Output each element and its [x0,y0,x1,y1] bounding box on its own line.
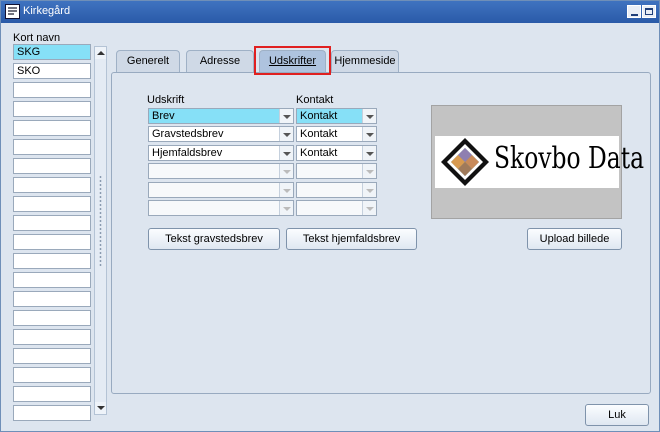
list-item[interactable] [13,139,91,155]
upload-billede-button[interactable]: Upload billede [527,228,622,250]
chevron-down-icon [366,170,374,174]
udskrift-select[interactable] [148,200,294,216]
udskrift-value: Gravstedsbrev [152,128,224,140]
chevron-down-icon [283,189,291,193]
scroll-down-button[interactable] [95,402,106,414]
list-item[interactable]: SKO [13,63,91,79]
dropdown-button[interactable] [279,146,293,160]
kontakt-select[interactable]: Kontakt [296,126,377,142]
kontakt-select[interactable]: Kontakt [296,145,377,161]
dropdown-button[interactable] [279,183,293,197]
tekst-hjemfaldsbrev-button[interactable]: Tekst hjemfaldsbrev [286,228,417,250]
dropdown-button[interactable] [279,127,293,141]
arrow-down-icon [97,406,105,410]
chevron-down-icon [366,133,374,137]
arrow-up-icon [97,51,105,55]
chevron-down-icon [283,115,291,119]
maximize-button[interactable] [642,5,656,18]
dropdown-button[interactable] [362,127,376,141]
list-item[interactable] [13,310,91,326]
chevron-down-icon [283,170,291,174]
kontakt-select[interactable]: Kontakt [296,108,377,124]
scroll-up-button[interactable] [95,47,106,59]
logo-text: Skovbo Data [494,141,645,176]
list-item[interactable] [13,405,91,421]
minimize-icon [631,14,638,16]
udskrift-select[interactable]: Hjemfaldsbrev [148,145,294,161]
title-bar[interactable]: Kirkegård [1,1,659,23]
list-item[interactable] [13,329,91,345]
chevron-down-icon [283,207,291,211]
kontakt-value: Kontakt [300,128,338,140]
dropdown-button[interactable] [279,164,293,178]
tab-highlight-box [254,46,331,75]
scroll-grip[interactable] [98,175,103,267]
tab-generelt[interactable]: Generelt [116,50,180,72]
list-item[interactable] [13,177,91,193]
list-item[interactable] [13,272,91,288]
application-window: Kirkegård Kort navn SKG SKO Generelt Adre… [0,0,660,432]
chevron-down-icon [366,189,374,193]
kontakt-select[interactable] [296,200,377,216]
kontakt-value: Kontakt [300,110,338,122]
list-header: Kort navn [13,32,61,44]
chevron-down-icon [366,115,374,119]
list-item[interactable] [13,196,91,212]
short-name-list: SKG SKO [13,44,91,424]
chevron-down-icon [283,133,291,137]
kontakt-column-label: Kontakt [296,94,334,106]
window-title: Kirkegård [23,5,71,17]
list-scrollbar[interactable] [94,46,107,415]
tab-adresse[interactable]: Adresse [186,50,254,72]
minimize-button[interactable] [627,5,641,18]
chevron-down-icon [283,152,291,156]
dropdown-button[interactable] [279,201,293,215]
list-item[interactable]: SKG [13,44,91,60]
dropdown-button[interactable] [362,146,376,160]
udskrift-select[interactable]: Brev [148,108,294,124]
udskrift-select[interactable]: Gravstedsbrev [148,126,294,142]
udskrift-select[interactable] [148,163,294,179]
udskrift-column-label: Udskrift [147,94,185,106]
kontakt-select[interactable] [296,163,377,179]
list-item[interactable] [13,291,91,307]
luk-button[interactable]: Luk [585,404,649,426]
list-item[interactable] [13,120,91,136]
udskrift-value: Brev [152,110,175,122]
udskrift-value: Hjemfaldsbrev [152,147,223,159]
list-item[interactable] [13,215,91,231]
dropdown-button[interactable] [362,164,376,178]
kontakt-select[interactable] [296,182,377,198]
dropdown-button[interactable] [279,109,293,123]
list-item[interactable] [13,234,91,250]
maximize-icon [645,8,653,15]
image-box: Skovbo Data [431,105,644,219]
tekst-gravstedsbrev-button[interactable]: Tekst gravstedsbrev [148,228,280,250]
dropdown-button[interactable] [362,201,376,215]
list-item[interactable] [13,82,91,98]
dropdown-button[interactable] [362,109,376,123]
kontakt-value: Kontakt [300,147,338,159]
logo-image: Skovbo Data [435,136,644,188]
list-item[interactable] [13,101,91,117]
tab-hjemmeside[interactable]: Hjemmeside [331,50,399,72]
list-item[interactable] [13,348,91,364]
list-item[interactable] [13,367,91,383]
udskrift-select[interactable] [148,182,294,198]
list-item[interactable] [13,253,91,269]
list-item[interactable] [13,158,91,174]
chevron-down-icon [366,207,374,211]
app-icon [5,4,20,19]
dropdown-button[interactable] [362,183,376,197]
list-item[interactable] [13,386,91,402]
chevron-down-icon [366,152,374,156]
